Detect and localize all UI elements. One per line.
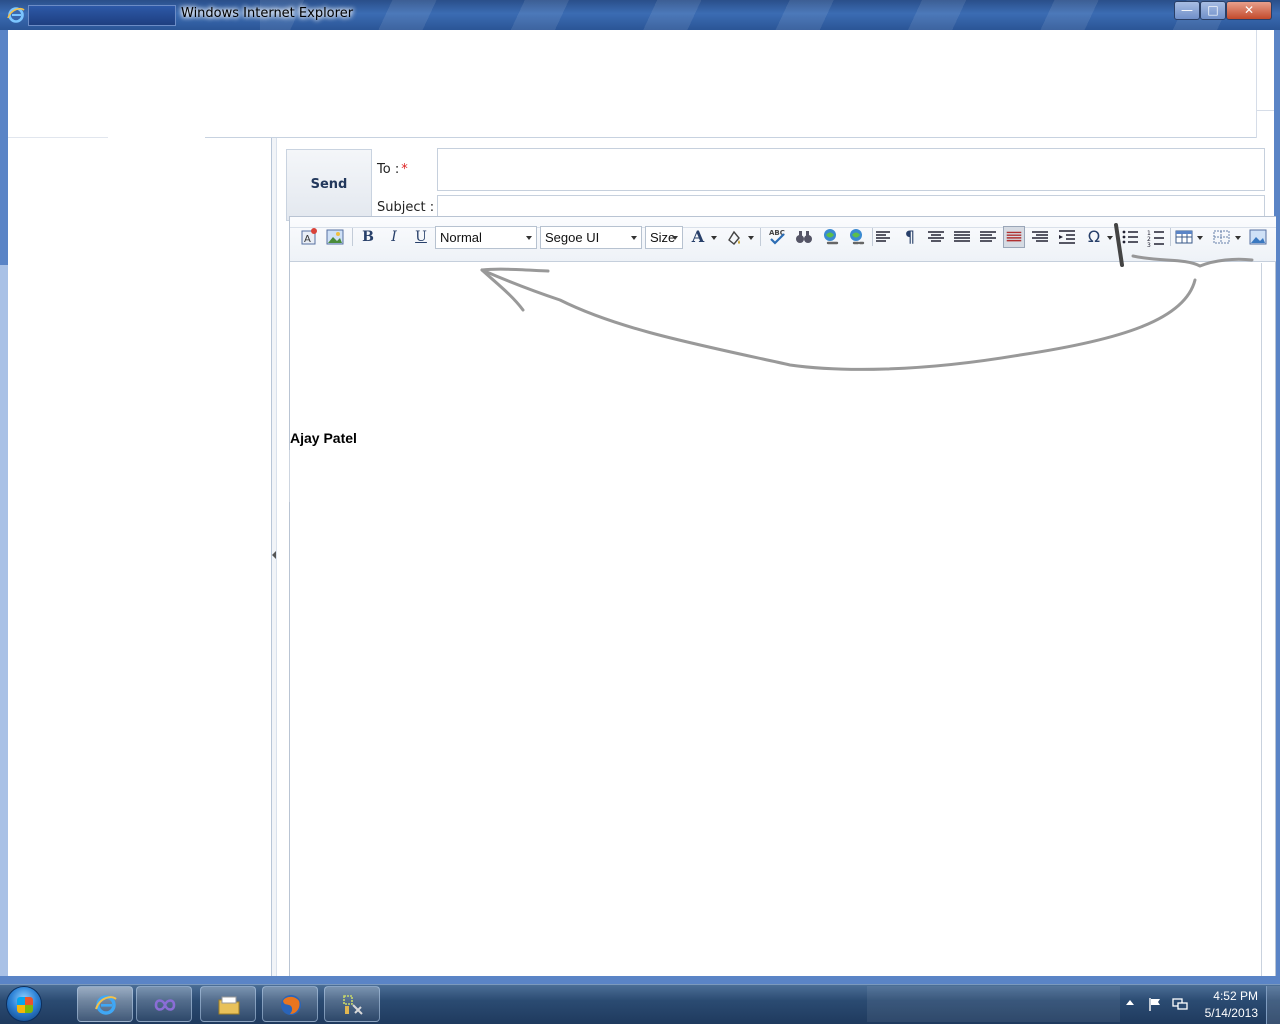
signature-text: Ajay Patel	[290, 430, 357, 446]
send-button[interactable]: Send	[286, 149, 372, 221]
bold-button[interactable]: B	[357, 226, 379, 248]
collapse-arrow-icon[interactable]	[272, 551, 276, 559]
format-stripes-icon[interactable]	[1003, 226, 1025, 248]
special-characters-icon[interactable]: Ω	[1083, 226, 1105, 248]
table-properties-chevron-icon[interactable]	[1235, 236, 1241, 240]
bulleted-list-icon[interactable]	[1119, 226, 1141, 248]
show-desktop-button[interactable]	[1266, 986, 1280, 1024]
firefox-icon	[281, 995, 301, 1015]
insert-symbol-icon[interactable]: A	[298, 226, 320, 248]
infinity-icon	[154, 999, 176, 1011]
svg-text:A: A	[304, 234, 311, 245]
taskbar-empty-area	[867, 986, 1120, 1022]
clock-time[interactable]: 4:52 PM	[1196, 989, 1258, 1003]
scrollbar-thumb[interactable]	[1257, 110, 1274, 138]
toolbar-separator	[352, 228, 353, 246]
to-input[interactable]	[437, 148, 1265, 191]
taskbar-internet-explorer[interactable]	[77, 986, 133, 1022]
underline-button[interactable]: U	[410, 226, 432, 248]
find-icon[interactable]	[793, 226, 815, 248]
insert-link-icon[interactable]	[820, 226, 842, 248]
toolbar-separator	[1170, 228, 1171, 246]
chevron-down-icon	[672, 236, 678, 240]
paragraph-format-value: Normal	[440, 230, 482, 245]
paragraph-format-dropdown[interactable]: Normal	[435, 226, 537, 249]
insert-table-chevron-icon[interactable]	[1197, 236, 1203, 240]
window-frame-left-lower	[0, 265, 8, 978]
left-pane	[8, 138, 272, 976]
numbered-list-icon[interactable]: 123	[1145, 226, 1167, 248]
image-manager-icon[interactable]	[1247, 226, 1269, 248]
chevron-down-icon	[631, 236, 637, 240]
start-button[interactable]	[6, 986, 42, 1022]
close-button[interactable]: ✕	[1226, 1, 1272, 20]
subject-label: Subject :	[377, 200, 435, 215]
font-size-dropdown[interactable]: Size	[645, 226, 683, 249]
font-name-value: Segoe UI	[545, 230, 600, 245]
window-title: Windows Internet Explorer	[181, 6, 354, 21]
highlight-chevron-icon[interactable]	[748, 236, 754, 240]
italic-button[interactable]: I	[383, 226, 405, 248]
paragraph-direction-icon[interactable]: ¶	[899, 226, 921, 248]
chevron-down-icon	[526, 236, 532, 240]
justify-icon[interactable]	[951, 226, 973, 248]
internet-explorer-icon	[7, 7, 25, 23]
table-properties-icon[interactable]	[1211, 226, 1233, 248]
font-color-button[interactable]: A	[687, 226, 709, 248]
spellcheck-icon[interactable]: ABC	[766, 226, 788, 248]
align-right-text-icon[interactable]	[1029, 226, 1051, 248]
align-right-icon[interactable]	[977, 226, 999, 248]
toolbar-separator	[760, 228, 761, 246]
taskbar-firefox[interactable]	[262, 986, 318, 1022]
special-chars-chevron-icon[interactable]	[1107, 236, 1113, 240]
to-label-text: To :	[377, 162, 400, 177]
insert-table-icon[interactable]	[1173, 226, 1195, 248]
required-marker: *	[401, 162, 408, 177]
taskbar-visual-studio[interactable]	[136, 986, 192, 1022]
title-bar-pattern	[260, 0, 1260, 30]
maximize-button[interactable]: □	[1200, 1, 1226, 20]
windows-logo-icon	[17, 997, 33, 1013]
editor-gutter	[289, 450, 290, 502]
show-hidden-icons-icon[interactable]	[1126, 1000, 1134, 1005]
network-icon[interactable]	[1172, 997, 1188, 1011]
remove-link-icon[interactable]	[846, 226, 868, 248]
minimize-button[interactable]: —	[1174, 1, 1200, 20]
highlight-color-icon[interactable]	[723, 226, 745, 248]
indent-icon[interactable]	[1056, 226, 1078, 248]
align-center-icon[interactable]	[925, 226, 947, 248]
clock-date[interactable]: 5/14/2013	[1196, 1006, 1258, 1020]
editor-content-area[interactable]	[290, 263, 1262, 977]
taskbar-file-explorer[interactable]	[200, 986, 256, 1022]
folder-icon	[218, 996, 240, 1015]
font-name-dropdown[interactable]: Segoe UI	[540, 226, 642, 249]
vertical-scrollbar[interactable]	[1256, 30, 1274, 138]
taskbar-tools[interactable]	[324, 986, 380, 1022]
font-color-chevron-icon[interactable]	[711, 236, 717, 240]
align-left-icon[interactable]	[873, 226, 895, 248]
header-divider	[205, 137, 1256, 138]
svg-text:3: 3	[1147, 242, 1151, 248]
insert-image-icon[interactable]	[324, 226, 346, 248]
title-redacted-block	[28, 5, 176, 26]
tools-icon	[343, 995, 363, 1015]
internet-explorer-icon	[95, 995, 117, 1015]
window-frame-bottom	[0, 976, 1280, 984]
to-label: To : *	[377, 162, 408, 177]
action-center-flag-icon[interactable]	[1148, 997, 1162, 1011]
